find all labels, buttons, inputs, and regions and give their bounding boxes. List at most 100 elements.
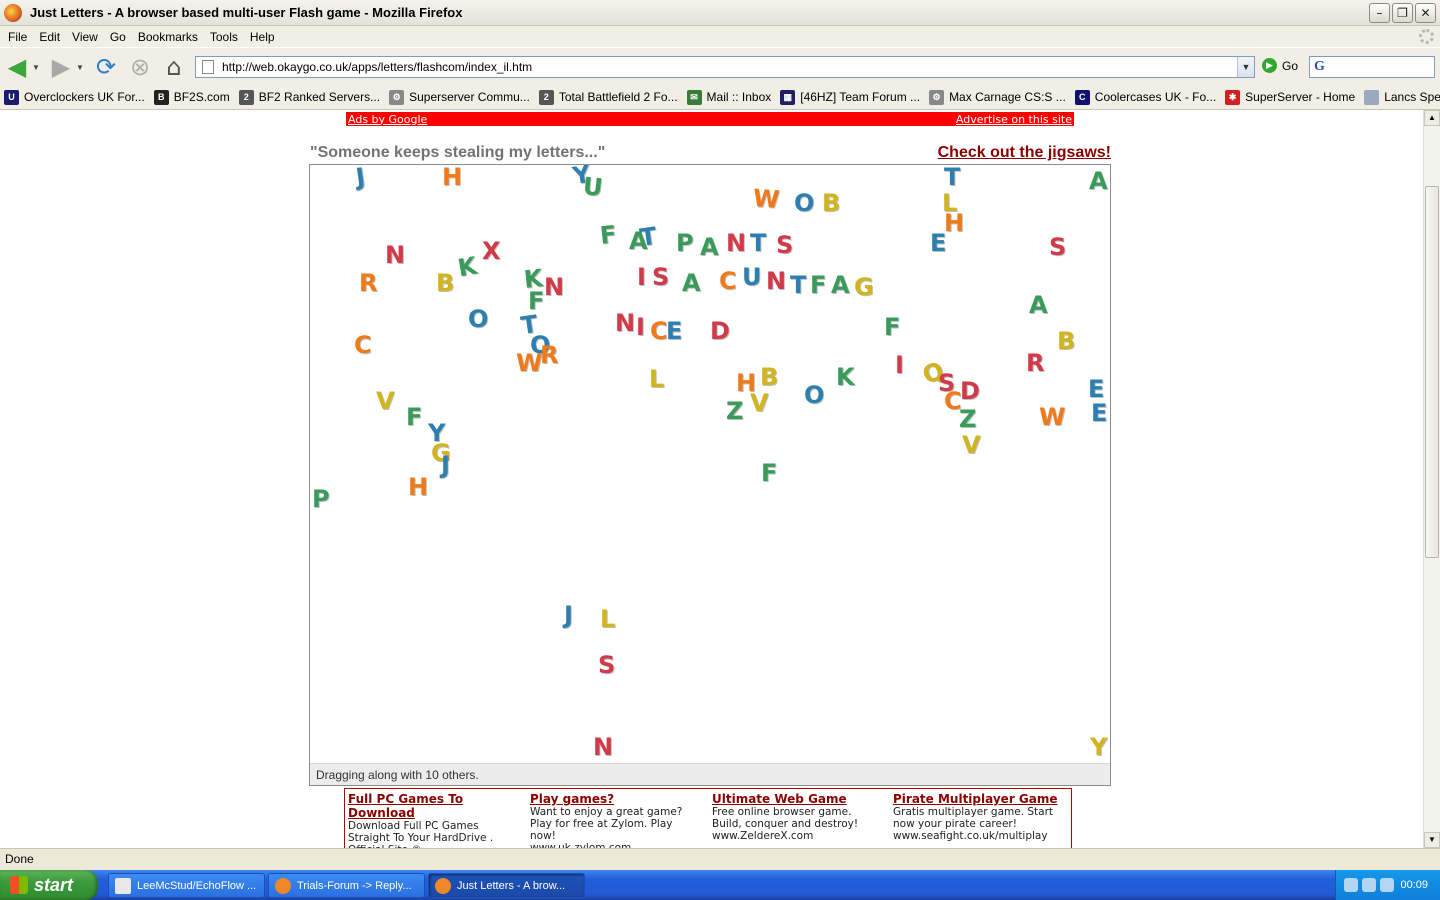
letter-tile[interactable]: F	[884, 315, 900, 339]
minimize-button[interactable]: –	[1369, 3, 1390, 23]
letter-tile[interactable]: N	[593, 735, 613, 759]
volume-icon[interactable]	[1380, 878, 1394, 892]
menu-go[interactable]: Go	[104, 30, 132, 44]
letter-tile[interactable]: P	[676, 231, 694, 255]
bookmark-item[interactable]: U Overclockers UK For...	[4, 89, 145, 105]
ad-title[interactable]: Full PC Games To Download	[348, 792, 518, 820]
letter-tile[interactable]: P	[312, 487, 330, 511]
letter-tile[interactable]: A	[700, 235, 719, 259]
letter-tile[interactable]: J	[564, 603, 573, 627]
letter-tile[interactable]: J	[354, 165, 367, 191]
letter-tile[interactable]: H	[944, 211, 964, 235]
letter-tile[interactable]: V	[962, 433, 981, 457]
back-dropdown-icon[interactable]: ▼	[32, 63, 40, 72]
forward-button[interactable]: ▶ ▼	[48, 53, 84, 81]
task-echoflow[interactable]: LeeMcStud/EchoFlow ...	[108, 873, 265, 898]
scroll-thumb[interactable]	[1425, 186, 1439, 558]
letter-tile[interactable]: E	[1088, 377, 1104, 401]
letter-tile[interactable]: V	[750, 391, 769, 415]
letter-tile[interactable]: Y	[1090, 735, 1107, 759]
bookmark-item[interactable]: 2 BF2 Ranked Servers...	[238, 89, 380, 105]
letter-tile[interactable]: S	[598, 653, 615, 677]
menu-file[interactable]: File	[2, 30, 33, 44]
home-button[interactable]: ⌂	[161, 53, 187, 81]
scroll-down-icon[interactable]: ▼	[1424, 832, 1440, 848]
bookmark-item[interactable]: B BF2S.com	[153, 89, 230, 105]
letter-tile[interactable]: K	[456, 252, 479, 283]
jigsaws-link[interactable]: Check out the jigsaws!	[938, 144, 1111, 162]
menu-bookmarks[interactable]: Bookmarks	[132, 30, 204, 44]
ad-item[interactable]: Pirate Multiplayer Game Gratis multiplaye…	[893, 792, 1063, 842]
letter-tile[interactable]: D	[960, 379, 980, 403]
letter-tile[interactable]: G	[854, 275, 874, 299]
letter-tile[interactable]: S	[652, 265, 669, 289]
letter-tile[interactable]: X	[482, 239, 501, 263]
letter-tile[interactable]: W	[752, 184, 780, 214]
forward-dropdown-icon[interactable]: ▼	[76, 63, 84, 72]
ad-title[interactable]: Play games?	[530, 792, 700, 806]
letter-tile[interactable]: I	[636, 315, 645, 339]
ad-item[interactable]: Full PC Games To Download Download Full P…	[348, 792, 518, 848]
letter-tile[interactable]: S	[1049, 235, 1066, 259]
letter-tile[interactable]: I	[895, 353, 904, 377]
letter-tile[interactable]: B	[760, 365, 778, 389]
letter-tile[interactable]: L	[649, 367, 664, 391]
letter-tile[interactable]: K	[836, 365, 855, 389]
letter-tile[interactable]: W	[1039, 405, 1065, 429]
scroll-up-icon[interactable]: ▲	[1424, 110, 1440, 126]
letter-tile[interactable]: F	[528, 289, 544, 313]
url-dropdown-icon[interactable]: ▼	[1237, 57, 1254, 77]
ad-title[interactable]: Pirate Multiplayer Game	[893, 792, 1063, 806]
letter-tile[interactable]: O	[804, 383, 824, 407]
bookmark-item[interactable]: ✉ Mail :: Inbox	[686, 89, 771, 105]
letter-tile[interactable]: B	[1057, 329, 1075, 353]
letter-tile[interactable]: U	[742, 265, 762, 289]
letter-tile[interactable]: H	[408, 475, 428, 499]
letter-tile[interactable]: H	[442, 165, 462, 189]
close-button[interactable]: ✕	[1415, 3, 1436, 23]
menu-help[interactable]: Help	[244, 30, 281, 44]
task-trials-forum[interactable]: Trials-Forum -> Reply...	[268, 873, 425, 898]
url-text[interactable]: http://web.okaygo.co.uk/apps/letters/fla…	[222, 60, 1237, 74]
letter-tile[interactable]: N	[544, 275, 564, 299]
advertise-link[interactable]: Advertise on this site	[956, 113, 1072, 126]
bookmark-item[interactable]: Lancs Special Forces	[1364, 89, 1440, 105]
address-bar[interactable]: http://web.okaygo.co.uk/apps/letters/fla…	[195, 56, 1255, 78]
letter-tile[interactable]: O	[794, 191, 814, 215]
letter-tile[interactable]: I	[637, 265, 646, 289]
letter-tile[interactable]: S	[776, 233, 793, 257]
menu-tools[interactable]: Tools	[204, 30, 244, 44]
letter-tile[interactable]: B	[436, 271, 454, 295]
letter-tile[interactable]: T	[790, 273, 806, 297]
letter-tile[interactable]: F	[599, 220, 618, 250]
letter-tile[interactable]: T	[638, 222, 658, 252]
ad-item[interactable]: Play games? Want to enjoy a great game? P…	[530, 792, 700, 848]
bookmark-item[interactable]: ⚙ Max Carnage CS:S ...	[929, 89, 1066, 105]
letter-tile[interactable]: R	[359, 271, 377, 295]
letter-tile[interactable]: J	[441, 453, 450, 477]
letter-tile[interactable]: W	[516, 351, 542, 375]
letter-tile[interactable]: T	[750, 231, 766, 255]
letter-tile[interactable]: C	[354, 333, 372, 357]
letter-tile[interactable]: F	[810, 273, 826, 297]
letter-tile[interactable]: D	[710, 319, 730, 343]
letter-tile[interactable]: A	[1089, 169, 1108, 193]
letter-tile[interactable]: F	[761, 461, 777, 485]
vertical-scrollbar[interactable]: ▲ ▼	[1423, 110, 1440, 848]
google-search-icon[interactable]: G	[1314, 59, 1325, 75]
reload-button[interactable]: ⟳	[93, 53, 119, 81]
letter-tile[interactable]: A	[1029, 293, 1048, 317]
bookmark-item[interactable]: ⚙ Superserver Commu...	[389, 89, 530, 105]
letter-tile[interactable]: A	[682, 271, 701, 295]
stop-button[interactable]: ⊗	[127, 53, 153, 81]
back-button[interactable]: ◀ ▼	[4, 53, 40, 81]
letter-tile[interactable]: V	[376, 389, 395, 413]
ad-item[interactable]: Ultimate Web Game Free online browser gam…	[712, 792, 882, 842]
ad-title[interactable]: Ultimate Web Game	[712, 792, 882, 806]
letter-tile[interactable]: N	[615, 311, 635, 335]
letter-tile[interactable]: R	[540, 343, 558, 367]
letter-tile[interactable]: U	[582, 172, 604, 202]
letter-tile[interactable]: T	[944, 165, 960, 189]
ads-by-google-link[interactable]: Ads by Google	[348, 113, 427, 126]
network-icon[interactable]	[1362, 878, 1376, 892]
